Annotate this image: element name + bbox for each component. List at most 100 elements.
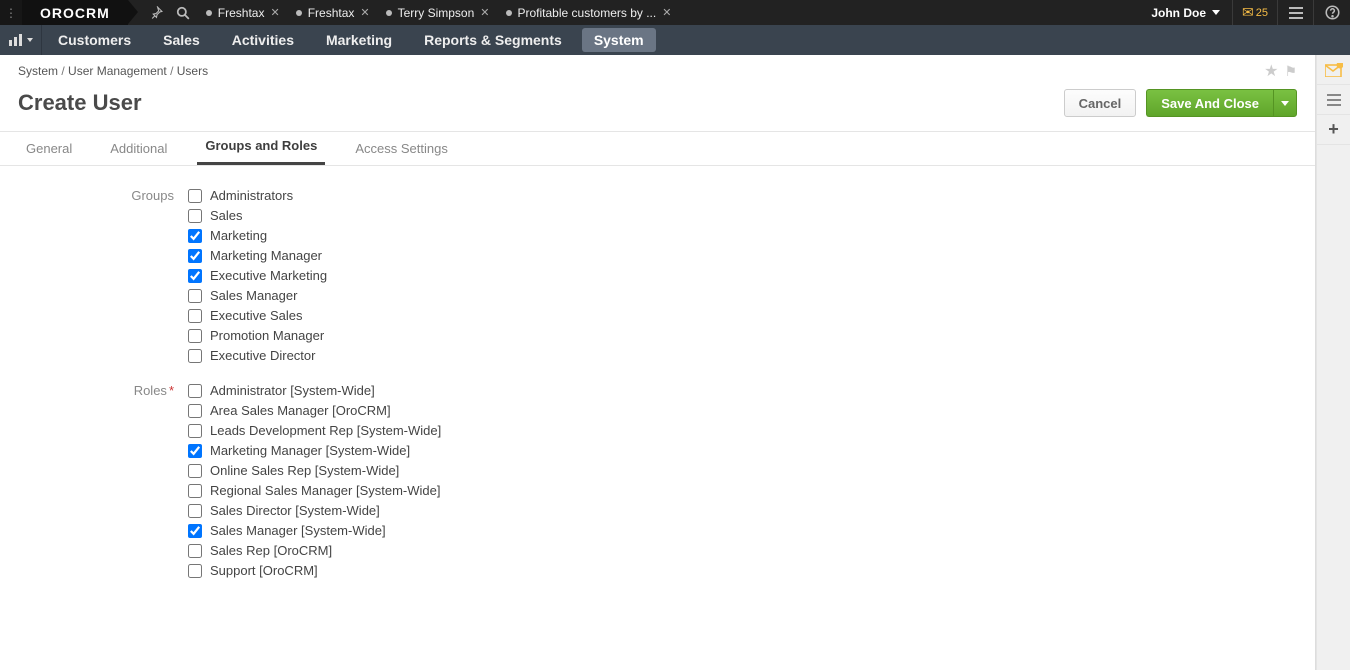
group-item[interactable]: Sales Manager (188, 288, 327, 303)
open-tab[interactable]: Freshtax ✕ (200, 0, 286, 25)
open-tab[interactable]: Profitable customers by ... ✕ (500, 0, 678, 25)
roles-field-label: Roles* (18, 383, 188, 578)
group-checkbox[interactable] (188, 309, 202, 323)
main-menu-item[interactable]: Reports & Segments (408, 32, 578, 48)
role-checkbox[interactable] (188, 504, 202, 518)
group-checkbox[interactable] (188, 349, 202, 363)
page-tab[interactable]: Additional (102, 141, 175, 165)
help-icon[interactable] (1314, 0, 1350, 25)
role-item[interactable]: Online Sales Rep [System-Wide] (188, 463, 441, 478)
main-menu: CustomersSalesActivitiesMarketingReports… (0, 25, 1350, 55)
role-item[interactable]: Leads Development Rep [System-Wide] (188, 423, 441, 438)
role-checkbox[interactable] (188, 484, 202, 498)
close-icon[interactable]: ✕ (662, 6, 671, 19)
group-checkbox[interactable] (188, 289, 202, 303)
role-checkbox[interactable] (188, 404, 202, 418)
main-menu-item[interactable]: Sales (147, 32, 216, 48)
role-label: Online Sales Rep [System-Wide] (210, 463, 399, 478)
group-label: Sales (210, 208, 243, 223)
main-menu-item[interactable]: System (582, 28, 656, 52)
role-checkbox[interactable] (188, 464, 202, 478)
role-item[interactable]: Support [OroCRM] (188, 563, 441, 578)
group-item[interactable]: Promotion Manager (188, 328, 327, 343)
group-checkbox[interactable] (188, 329, 202, 343)
role-checkbox[interactable] (188, 444, 202, 458)
user-name: John Doe (1151, 6, 1206, 20)
role-checkbox[interactable] (188, 544, 202, 558)
notification-count: 25 (1256, 7, 1268, 19)
user-menu[interactable]: John Doe (1139, 0, 1232, 25)
search-icon[interactable] (170, 0, 196, 25)
role-label: Sales Manager [System-Wide] (210, 523, 386, 538)
close-icon[interactable]: ✕ (360, 6, 369, 19)
brand-logo[interactable]: OROCRM (22, 0, 128, 25)
notifications-button[interactable]: ✉ 25 (1232, 0, 1278, 25)
envelope-icon: ✉ (1242, 4, 1254, 21)
group-label: Administrators (210, 188, 293, 203)
group-item[interactable]: Executive Sales (188, 308, 327, 323)
main-menu-item[interactable]: Activities (216, 32, 310, 48)
favorite-star-icon[interactable]: ★ (1264, 61, 1278, 81)
close-icon[interactable]: ✕ (480, 6, 489, 19)
hamburger-icon[interactable] (1278, 0, 1314, 25)
group-item[interactable]: Marketing (188, 228, 327, 243)
group-item[interactable]: Executive Marketing (188, 268, 327, 283)
save-dropdown-button[interactable] (1273, 89, 1297, 117)
breadcrumb-link[interactable]: Users (177, 64, 208, 78)
sidebar-add-icon[interactable]: + (1317, 115, 1350, 145)
group-label: Executive Sales (210, 308, 303, 323)
tab-label: Profitable customers by ... (518, 6, 657, 20)
sidebar-mail-icon[interactable] (1317, 55, 1350, 85)
role-checkbox[interactable] (188, 424, 202, 438)
tab-label: Freshtax (218, 6, 265, 20)
breadcrumb-link[interactable]: User Management (68, 64, 167, 78)
page-tab[interactable]: Access Settings (347, 141, 456, 165)
dashboard-menu-icon[interactable] (0, 25, 42, 55)
group-checkbox[interactable] (188, 189, 202, 203)
tab-label: Freshtax (308, 6, 355, 20)
group-item[interactable]: Marketing Manager (188, 248, 327, 263)
close-icon[interactable]: ✕ (270, 6, 279, 19)
role-item[interactable]: Regional Sales Manager [System-Wide] (188, 483, 441, 498)
role-item[interactable]: Marketing Manager [System-Wide] (188, 443, 441, 458)
role-item[interactable]: Sales Manager [System-Wide] (188, 523, 441, 538)
page-tab[interactable]: General (18, 141, 80, 165)
role-item[interactable]: Area Sales Manager [OroCRM] (188, 403, 441, 418)
role-item[interactable]: Sales Rep [OroCRM] (188, 543, 441, 558)
page-title: Create User (18, 90, 142, 116)
open-tabs: Freshtax✕Freshtax✕Terry Simpson✕Profitab… (196, 0, 678, 25)
group-checkbox[interactable] (188, 269, 202, 283)
pin-icon[interactable] (144, 0, 170, 25)
sidebar-list-icon[interactable] (1317, 85, 1350, 115)
chevron-down-icon (1212, 10, 1220, 15)
main-menu-item[interactable]: Customers (42, 32, 147, 48)
role-checkbox[interactable] (188, 524, 202, 538)
tab-indicator-dot (386, 10, 392, 16)
breadcrumb-link[interactable]: System (18, 64, 58, 78)
role-label: Administrator [System-Wide] (210, 383, 375, 398)
page-tab[interactable]: Groups and Roles (197, 138, 325, 165)
group-item[interactable]: Administrators (188, 188, 327, 203)
groups-list: Administrators Sales Marketing Marketing Ma… (188, 188, 327, 363)
group-checkbox[interactable] (188, 249, 202, 263)
roles-list: Administrator [System-Wide] Area Sales Ma… (188, 383, 441, 578)
group-item[interactable]: Executive Director (188, 348, 327, 363)
group-item[interactable]: Sales (188, 208, 327, 223)
groups-field-label: Groups (18, 188, 188, 363)
group-checkbox[interactable] (188, 229, 202, 243)
role-item[interactable]: Sales Director [System-Wide] (188, 503, 441, 518)
open-tab[interactable]: Freshtax ✕ (290, 0, 376, 25)
save-and-close-button[interactable]: Save And Close (1146, 89, 1273, 117)
open-tab[interactable]: Terry Simpson ✕ (380, 0, 496, 25)
breadcrumb[interactable]: System / User Management / Users (18, 64, 208, 78)
role-checkbox[interactable] (188, 384, 202, 398)
cancel-button[interactable]: Cancel (1064, 89, 1137, 117)
group-checkbox[interactable] (188, 209, 202, 223)
bookmark-icon[interactable]: ⚑ (1284, 63, 1297, 80)
main-menu-item[interactable]: Marketing (310, 32, 408, 48)
role-item[interactable]: Administrator [System-Wide] (188, 383, 441, 398)
role-label: Marketing Manager [System-Wide] (210, 443, 410, 458)
tab-label: Terry Simpson (398, 6, 475, 20)
role-checkbox[interactable] (188, 564, 202, 578)
role-label: Regional Sales Manager [System-Wide] (210, 483, 441, 498)
